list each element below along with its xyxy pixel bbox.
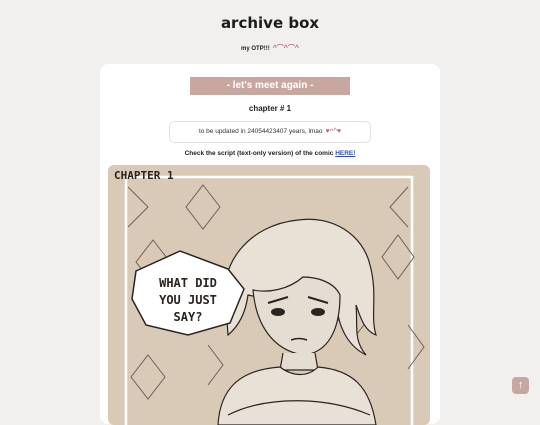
speech-line-1: WHAT DID [159,276,217,290]
script-notice: Check the script (text-only version) of … [100,150,440,157]
script-notice-text: Check the script (text-only version) of … [184,150,336,157]
character-shirt [217,366,377,425]
comic-illustration: CHAPTER 1 WHAT DID YOU JUST SAY? [114,169,425,425]
character-neck [279,352,319,371]
content-card: - let's meet again - chapter # 1 to be u… [100,64,440,425]
heart-doodle-icon: ^⌒^⌒^ [272,45,299,52]
character-eye-left [271,308,285,316]
arrow-up-icon: ↑ [517,379,524,391]
comic-page-image: CHAPTER 1 WHAT DID YOU JUST SAY? [108,165,430,425]
character-eye-right [311,308,325,316]
heart-doodle-icon: ♥ᴖ^♥ [325,128,342,135]
site-subtitle: my OTP!!! ^⌒^⌒^ [0,43,540,53]
chapter-banner: - let's meet again - [190,77,350,95]
speech-line-2: YOU JUST [159,293,217,307]
chapter-label: chapter # 1 [248,104,292,113]
speech-line-3: SAY? [174,310,203,324]
update-notice: to be updated in 24054423407 years, lmao… [169,121,371,143]
update-text: to be updated in 24054423407 years, lmao [198,128,323,135]
subtitle-text: my OTP!!! [241,46,270,52]
script-link[interactable]: HERE! [335,150,355,157]
back-to-top-button[interactable]: ↑ [512,377,529,394]
site-title: archive box [220,14,320,32]
comic-chapter-caption: CHAPTER 1 [114,169,174,182]
